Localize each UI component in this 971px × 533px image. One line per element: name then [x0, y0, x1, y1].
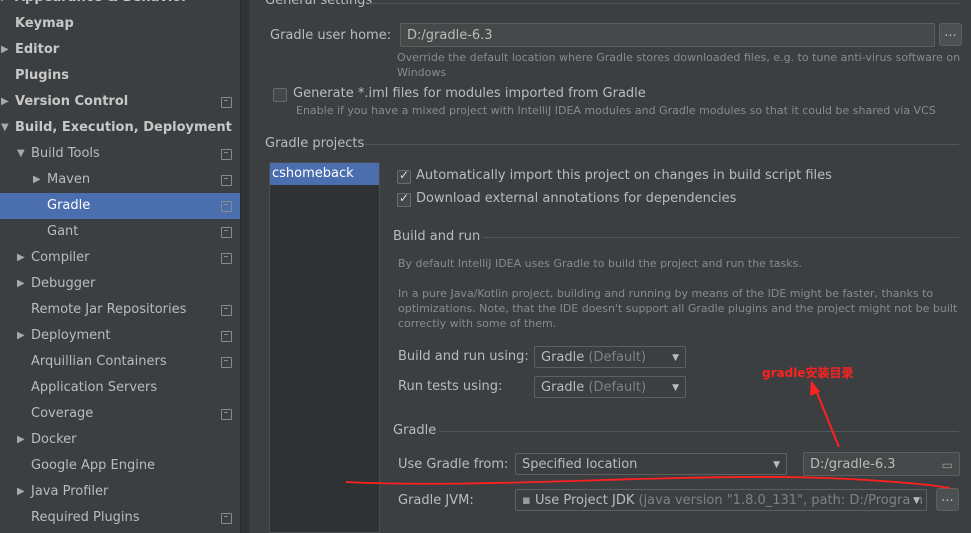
- sidebar-item-build-execution-deployment[interactable]: ▼ Build, Execution, Deployment: [0, 115, 240, 141]
- chevron-right-icon[interactable]: ▶: [17, 323, 25, 349]
- chevron-right-icon[interactable]: ▶: [17, 479, 25, 505]
- chevron-right-icon[interactable]: ▶: [1, 89, 9, 115]
- sidebar-item-version-control[interactable]: ▶ Version Control: [0, 89, 240, 115]
- sidebar-item-gradle[interactable]: Gradle: [0, 193, 240, 219]
- project-level-icon: [221, 97, 232, 108]
- sidebar-item-label: Version Control: [15, 94, 129, 109]
- sidebar-item-editor[interactable]: ▶ Editor: [0, 37, 240, 63]
- chevron-right-icon[interactable]: ▶: [1, 0, 9, 11]
- annotation-arrow-head: [810, 380, 820, 396]
- sidebar-item-application-servers[interactable]: Application Servers: [0, 375, 240, 401]
- sidebar-item-appearance-behavior[interactable]: ▶ Appearance & Behavior: [0, 0, 240, 11]
- project-level-icon: [221, 357, 232, 368]
- project-level-icon: [221, 227, 232, 238]
- sidebar-item-compiler[interactable]: ▶ Compiler: [0, 245, 240, 271]
- sidebar-item-label: Java Profiler: [31, 484, 109, 499]
- sidebar-item-coverage[interactable]: Coverage: [0, 401, 240, 427]
- sidebar-item-debugger[interactable]: ▶ Debugger: [0, 271, 240, 297]
- project-level-icon: [221, 513, 232, 524]
- sidebar-item-required-plugins[interactable]: Required Plugins: [0, 505, 240, 531]
- sidebar-item-label: Required Plugins: [31, 510, 140, 525]
- project-level-icon: [221, 175, 232, 186]
- sidebar-item-google-app-engine[interactable]: Google App Engine: [0, 453, 240, 479]
- chevron-down-icon[interactable]: ▼: [17, 141, 25, 167]
- annotation-overlay: [345, 380, 951, 489]
- annotation-arrow-line: [814, 387, 840, 448]
- sidebar-item-remote-jar-repositories[interactable]: Remote Jar Repositories: [0, 297, 240, 323]
- sidebar-item-label: Build, Execution, Deployment: [15, 120, 232, 135]
- settings-sidebar: ▶ Appearance & Behavior Keymap ▶ Editor Plugi…: [0, 0, 240, 533]
- chevron-right-icon[interactable]: ▶: [33, 167, 41, 193]
- sidebar-item-label: Deployment: [31, 328, 111, 343]
- chevron-right-icon[interactable]: ▶: [17, 427, 25, 453]
- sidebar-item-label: Compiler: [31, 250, 90, 265]
- project-level-icon: [221, 305, 232, 316]
- sidebar-item-label: Debugger: [31, 276, 96, 291]
- sidebar-item-label: Build Tools: [31, 146, 100, 161]
- project-level-icon: [221, 149, 232, 160]
- chevron-down-icon[interactable]: ▼: [1, 115, 9, 141]
- sidebar-item-docker[interactable]: ▶ Docker: [0, 427, 240, 453]
- sidebar-item-maven[interactable]: ▶ Maven: [0, 167, 240, 193]
- sidebar-splitter[interactable]: [240, 0, 249, 533]
- sidebar-item-plugins[interactable]: Plugins: [0, 63, 240, 89]
- sidebar-item-build-tools[interactable]: ▼ Build Tools: [0, 141, 240, 167]
- sidebar-item-label: Keymap: [15, 16, 74, 31]
- sidebar-item-label: Remote Jar Repositories: [31, 302, 187, 317]
- annotation-underline: [345, 476, 951, 489]
- gradle-settings-panel: General settings Gradle user home: D:/gr…: [249, 0, 971, 533]
- sidebar-item-label: Arquillian Containers: [31, 354, 167, 369]
- project-level-icon: [221, 201, 232, 212]
- chevron-right-icon[interactable]: ▶: [17, 245, 25, 271]
- sidebar-item-label: Maven: [47, 172, 91, 187]
- chevron-right-icon[interactable]: ▶: [17, 271, 25, 297]
- chevron-right-icon[interactable]: ▶: [1, 37, 9, 63]
- sidebar-item-label: Plugins: [15, 68, 69, 83]
- sidebar-item-java-profiler[interactable]: ▶ Java Profiler: [0, 479, 240, 505]
- sidebar-item-label: Google App Engine: [31, 458, 156, 473]
- sidebar-item-label: Editor: [15, 42, 60, 57]
- project-level-icon: [221, 409, 232, 420]
- sidebar-item-gant[interactable]: Gant: [0, 219, 240, 245]
- sidebar-item-label: Docker: [31, 432, 77, 447]
- project-level-icon: [221, 253, 232, 264]
- sidebar-item-label: Gradle: [47, 198, 91, 213]
- sidebar-item-deployment[interactable]: ▶ Deployment: [0, 323, 240, 349]
- sidebar-item-label: Application Servers: [31, 380, 158, 395]
- sidebar-item-label: Gant: [47, 224, 79, 239]
- sidebar-item-label: Appearance & Behavior: [15, 0, 188, 11]
- sidebar-item-keymap[interactable]: Keymap: [0, 11, 240, 37]
- sidebar-item-label: Coverage: [31, 406, 94, 421]
- sidebar-item-arquillian-containers[interactable]: Arquillian Containers: [0, 349, 240, 375]
- project-level-icon: [221, 331, 232, 342]
